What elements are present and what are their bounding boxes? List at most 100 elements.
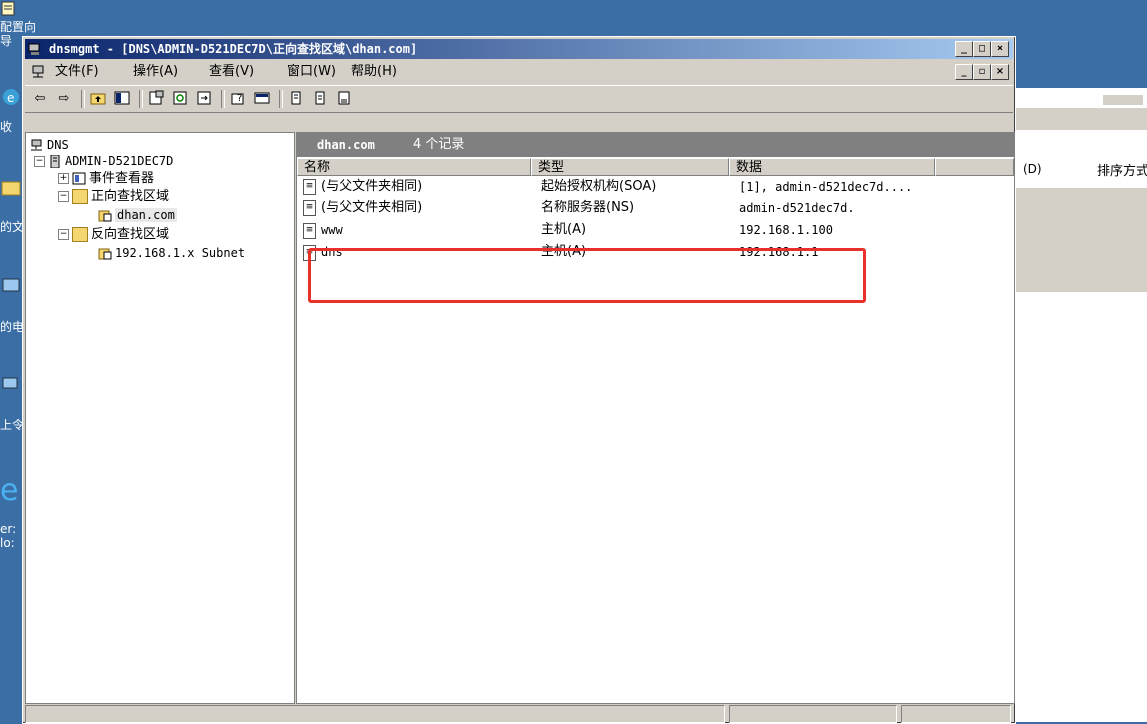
folder-icon: [72, 189, 88, 204]
up-level-icon[interactable]: [89, 89, 107, 107]
desktop-label-ie-1: er:: [0, 522, 17, 536]
network-icon: [2, 377, 18, 389]
menu-window[interactable]: 窗口(W): [287, 61, 336, 83]
desktop-label-docs: 的文: [0, 220, 25, 234]
tree-node-forward-zones[interactable]: − 正向查找区域: [58, 189, 169, 205]
toolbar-separator: [221, 90, 225, 108]
desktop-label-guide: 导: [0, 34, 13, 48]
maximize-button[interactable]: □: [973, 41, 991, 57]
recycle-icon: e: [3, 89, 19, 105]
desktop-icon-ie-1[interactable]: e: [0, 86, 22, 108]
column-header-type[interactable]: 类型: [531, 158, 729, 176]
table-row[interactable]: ≡ (与父文件夹相同) 名称服务器(NS) admin-d521dec7d.: [297, 199, 997, 217]
desktop-icon-ie-2[interactable]: e: [0, 473, 22, 508]
record-name: www: [321, 223, 343, 237]
mail-exchanger-icon[interactable]: [335, 89, 353, 107]
dnsmgmt-window: dnsmgmt - [DNS\ADMIN-D521DEC7D\正向查找区域\dh…: [22, 36, 1016, 724]
column-header-data[interactable]: 数据: [729, 158, 935, 176]
tree-node-reverse-zones[interactable]: − 反向查找区域: [58, 227, 169, 243]
title-bar[interactable]: dnsmgmt - [DNS\ADMIN-D521DEC7D\正向查找区域\dh…: [25, 39, 1013, 59]
refresh-icon[interactable]: [171, 89, 189, 107]
background-sort-label: 排序方式: [1097, 164, 1147, 179]
show-hide-tree-icon[interactable]: [113, 89, 131, 107]
console-icon[interactable]: [253, 89, 271, 107]
child-close-button[interactable]: ×: [991, 64, 1009, 80]
child-restore-button[interactable]: ▫: [973, 64, 991, 80]
window-title: dnsmgmt - [DNS\ADMIN-D521DEC7D\正向查找区域\dh…: [49, 42, 418, 56]
host-record-icon[interactable]: [287, 89, 305, 107]
event-viewer-icon: [72, 172, 86, 185]
table-row[interactable]: ≡ www 主机(A) 192.168.1.100: [297, 221, 997, 239]
tree-label-reverse-subnet: 192.168.1.x Subnet: [115, 246, 246, 260]
record-name: (与父文件夹相同): [321, 200, 423, 215]
server-icon: [50, 155, 60, 168]
minimize-button[interactable]: _: [955, 41, 973, 57]
status-bar: [25, 705, 1013, 723]
menu-view[interactable]: 查看(V): [209, 61, 254, 83]
tree-node-dhan-zone[interactable]: dhan.com: [98, 207, 177, 224]
background-column-fragment: (D): [1023, 162, 1042, 176]
collapse-icon[interactable]: −: [58, 229, 69, 240]
results-zone-name: dhan.com: [317, 138, 375, 152]
forward-icon[interactable]: ⇨: [55, 89, 73, 107]
tree-node-dns[interactable]: DNS: [30, 137, 69, 154]
folder-icon: [72, 227, 88, 242]
menu-help[interactable]: 帮助(H): [351, 61, 397, 83]
close-button[interactable]: ×: [991, 41, 1009, 57]
console-tree: DNS − ADMIN-D521DEC7D + 事件查看器 − 正向查找区域 dhan…: [25, 132, 295, 704]
child-minimize-button[interactable]: _: [955, 64, 973, 80]
background-window-controls[interactable]: [1102, 94, 1144, 106]
folder-icon: [1, 181, 21, 196]
tree-node-event-viewer[interactable]: + 事件查看器: [58, 171, 154, 187]
record-type: 主机(A): [541, 222, 587, 237]
svg-text:e: e: [7, 91, 14, 105]
tree-label-reverse-zones: 反向查找区域: [91, 227, 170, 242]
column-header-name[interactable]: 名称: [297, 158, 531, 176]
record-name: (与父文件夹相同): [321, 179, 423, 194]
menu-action[interactable]: 操作(A): [133, 61, 178, 83]
console-menu-icon[interactable]: [31, 65, 47, 79]
config-icon: [1, 1, 15, 16]
toolbar-separator: [279, 90, 283, 108]
tree-node-server[interactable]: − ADMIN-D521DEC7D: [34, 153, 173, 170]
tree-label-dhan-zone: dhan.com: [115, 208, 177, 222]
menu-file[interactable]: 文件(F): [55, 61, 99, 83]
tree-node-reverse-subnet[interactable]: 192.168.1.x Subnet: [98, 245, 245, 262]
computer-icon: [2, 278, 20, 292]
zone-icon: [98, 210, 112, 222]
export-list-icon[interactable]: [195, 89, 213, 107]
desktop-label-ie-2: lo:: [0, 536, 15, 550]
column-header-empty[interactable]: [935, 158, 1014, 176]
desktop-icon-computer[interactable]: [0, 276, 22, 298]
table-row[interactable]: ≡ (与父文件夹相同) 起始授权机构(SOA) [1], admin-d521de…: [297, 178, 997, 196]
record-type: 起始授权机构(SOA): [541, 179, 657, 194]
desktop-icon-config[interactable]: [0, 0, 22, 18]
record-icon: ≡: [303, 178, 316, 195]
collapse-icon[interactable]: −: [58, 191, 69, 202]
desktop-icon-network[interactable]: [0, 374, 22, 396]
help-icon[interactable]: ?: [229, 89, 247, 107]
ie-icon: e: [0, 473, 18, 508]
desktop-icon-docs[interactable]: [0, 176, 22, 198]
record-icon: ≡: [303, 199, 316, 216]
tree-label-event-viewer: 事件查看器: [89, 171, 155, 186]
results-pane: dhan.com 4 个记录 名称 类型 数据 ≡ (与父文件夹相同) 起始授权机…: [296, 132, 1015, 704]
background-window-bar: [1013, 108, 1147, 130]
menu-bar: 文件(F) 操作(A) 查看(V) 窗口(W) 帮助(H) _ ▫ ×: [25, 61, 1013, 83]
desktop-label-computer: 的电: [0, 320, 25, 334]
properties-icon[interactable]: [147, 89, 165, 107]
toolbar-separator: [139, 90, 143, 108]
dns-console-icon: [28, 43, 40, 55]
tree-label-forward-zones: 正向查找区域: [91, 189, 170, 204]
expand-icon[interactable]: +: [58, 173, 69, 184]
back-icon[interactable]: ⇦: [31, 89, 49, 107]
svg-text:?: ?: [237, 93, 242, 104]
tree-label-server: ADMIN-D521DEC7D: [65, 154, 174, 168]
collapse-icon[interactable]: −: [34, 156, 45, 167]
results-header: dhan.com 4 个记录: [297, 133, 1014, 157]
status-pane-3: [901, 705, 1011, 723]
toolbar: ⇦ ⇨ ?: [25, 85, 1013, 113]
alias-record-icon[interactable]: [311, 89, 329, 107]
annotation-highlight: [308, 248, 866, 303]
toolbar-separator: [81, 90, 85, 108]
